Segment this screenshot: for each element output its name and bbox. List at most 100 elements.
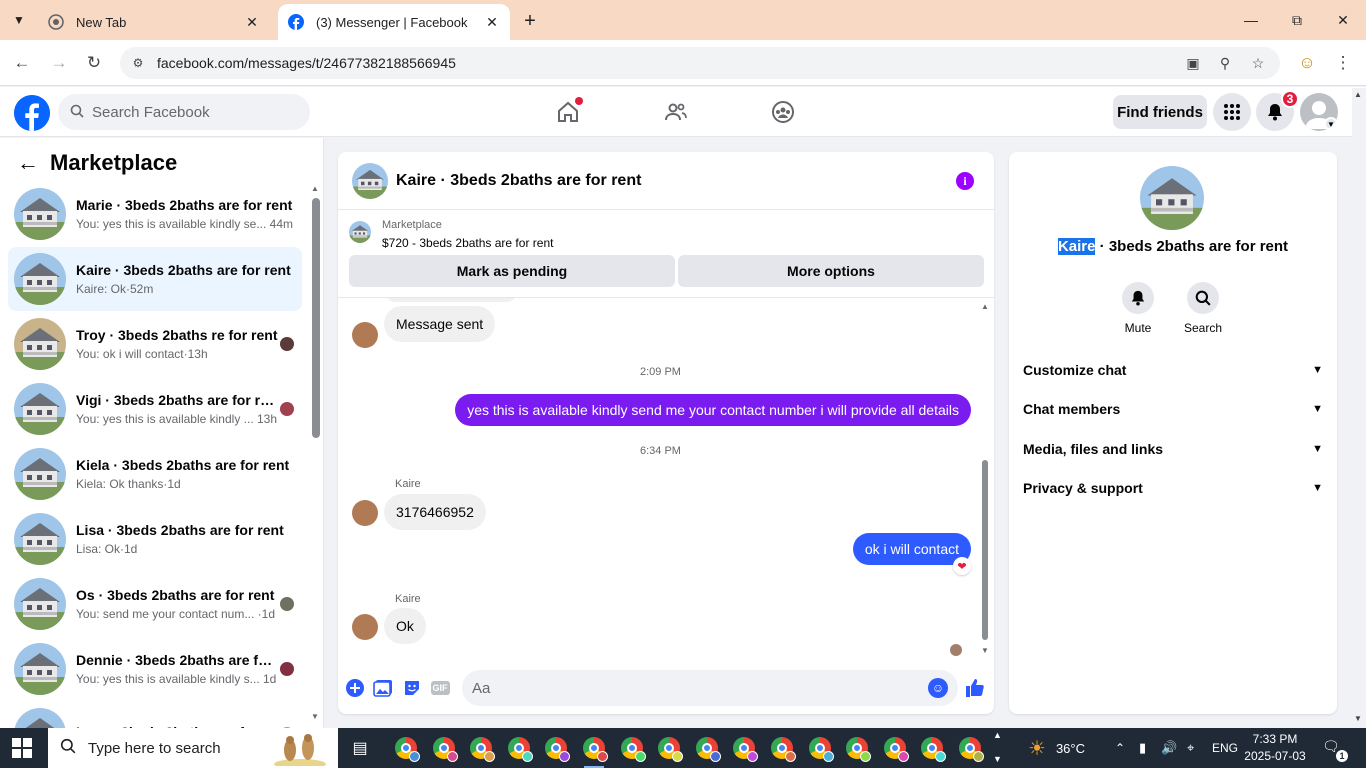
emoji-icon[interactable]: ☺ (928, 678, 948, 698)
mark-as-pending-button[interactable]: Mark as pending (349, 255, 675, 287)
volume-icon[interactable]: 🔊 (1161, 728, 1177, 768)
chrome-profile-app-icon[interactable] (392, 734, 420, 762)
listing-price[interactable]: $720 - 3beds 2baths are for rent (382, 236, 553, 250)
chevron-down-icon[interactable]: ▼ (993, 754, 1002, 764)
network-icon[interactable]: ⌖ (1187, 728, 1194, 768)
tab-messenger[interactable]: (3) Messenger | Facebook ✕ (278, 4, 510, 40)
scroll-up-icon[interactable]: ▲ (311, 184, 319, 193)
chrome-profile-app-icon[interactable] (806, 734, 834, 762)
back-icon[interactable]: ← (9, 50, 35, 76)
chrome-profile-app-icon[interactable] (956, 734, 984, 762)
chrome-profile-app-icon[interactable] (655, 734, 684, 762)
chrome-profile-app-icon[interactable] (467, 734, 496, 762)
site-info-icon[interactable]: ⚙ (128, 53, 148, 73)
mute-button[interactable]: Mute (1108, 282, 1168, 335)
conversation-item[interactable]: Troy · 3beds 2baths re for rent You: ok i… (8, 312, 302, 376)
forward-icon[interactable]: → (46, 50, 72, 76)
zoom-icon[interactable]: ⚲ (1214, 53, 1236, 73)
scroll-up-icon[interactable]: ▲ (981, 302, 989, 311)
language-indicator[interactable]: ENG (1212, 728, 1238, 768)
reload-icon[interactable]: ↻ (81, 50, 107, 76)
outgoing-message[interactable]: yes this is available kindly send me you… (455, 394, 971, 426)
scroll-up-icon[interactable]: ▲ (1354, 90, 1362, 99)
privacy-support-section[interactable]: Privacy & support ▼ (1023, 470, 1323, 506)
restore-icon[interactable]: ⧉ (1282, 6, 1312, 34)
incoming-message[interactable]: 3176466952 (384, 494, 486, 530)
close-tab-icon[interactable]: ✕ (244, 14, 260, 30)
taskbar-overflow-scroller[interactable]: ▲ ▼ (990, 728, 1006, 768)
install-app-icon[interactable]: ▣ (1182, 53, 1204, 73)
heart-reaction-icon[interactable]: ❤ (953, 557, 971, 575)
windows-start-icon[interactable] (12, 738, 32, 758)
contact-avatar[interactable] (352, 614, 378, 640)
bookmark-star-icon[interactable]: ☆ (1247, 53, 1269, 73)
chrome-profile-app-icon[interactable] (693, 734, 721, 762)
scroll-down-icon[interactable]: ▼ (1354, 714, 1362, 723)
listing-thumbnail[interactable] (352, 162, 388, 199)
plus-circle-icon[interactable] (344, 677, 366, 699)
profile-icon[interactable]: ☺ (1294, 50, 1320, 76)
close-window-icon[interactable]: ✕ (1328, 6, 1358, 34)
contact-avatar[interactable] (352, 322, 378, 348)
find-friends-button[interactable]: Find friends (1113, 95, 1207, 129)
page-scrollbar[interactable]: ▲ ▼ (1352, 88, 1366, 728)
incoming-message[interactable]: Ok (384, 608, 426, 644)
listing-photo[interactable] (1140, 166, 1204, 230)
chrome-profile-app-icon[interactable] (918, 734, 947, 762)
chrome-profile-app-icon[interactable] (843, 734, 872, 762)
chrome-profile-app-icon[interactable] (881, 734, 909, 762)
facebook-logo-icon[interactable] (14, 95, 50, 131)
scroll-down-icon[interactable]: ▼ (981, 646, 989, 655)
notification-center-icon[interactable]: 🗨 1 (1322, 738, 1348, 762)
tab-new-tab[interactable]: New Tab ✕ (38, 4, 270, 40)
sticker-icon[interactable] (401, 677, 423, 699)
more-options-button[interactable]: More options (678, 255, 984, 287)
groups-nav-icon[interactable] (768, 97, 798, 127)
conversation-item[interactable]: Dennie · 3beds 2baths are for... You: yes… (8, 637, 302, 701)
search-conversation-button[interactable]: Search (1173, 282, 1233, 335)
chat-members-section[interactable]: Chat members ▼ (1023, 391, 1323, 427)
chrome-profile-app-icon[interactable] (505, 734, 533, 762)
conversation-item[interactable]: Lean · 3beds 2baths are for rent (8, 702, 302, 728)
close-tab-icon[interactable]: ✕ (484, 14, 500, 30)
url-text[interactable]: facebook.com/messages/t/2467738218856694… (157, 55, 456, 71)
info-icon[interactable]: i (956, 172, 974, 190)
chrome-profile-app-icon[interactable] (430, 734, 458, 762)
media-files-links-section[interactable]: Media, files and links ▼ (1023, 431, 1323, 467)
chrome-profile-app-icon[interactable] (542, 734, 571, 762)
conversation-item[interactable]: Lisa · 3beds 2baths are for rent Lisa: Ok… (8, 507, 302, 571)
outgoing-message[interactable]: ok i will contact (852, 533, 971, 565)
contact-avatar[interactable] (352, 500, 378, 526)
customize-chat-section[interactable]: Customize chat ▼ (1023, 352, 1323, 388)
battery-icon[interactable]: ▮ (1139, 728, 1146, 768)
new-tab-button[interactable]: + (518, 9, 542, 33)
back-arrow-icon[interactable]: ← (16, 150, 40, 175)
gif-icon[interactable]: GIF (429, 677, 451, 699)
address-bar[interactable]: ⚙ facebook.com/messages/t/24677382188566… (120, 47, 1280, 79)
chrome-profile-app-icon[interactable] (580, 734, 608, 768)
tab-search-menu-icon[interactable]: ▼ (6, 8, 32, 32)
chat-scrollbar[interactable] (982, 460, 988, 640)
weather-widget[interactable]: ☀ 36°C (1028, 728, 1085, 768)
task-view-icon[interactable]: ▤ (346, 734, 374, 762)
menu-grid-icon[interactable] (1213, 93, 1251, 131)
home-nav-icon[interactable] (553, 97, 583, 127)
minimize-icon[interactable]: — (1236, 6, 1266, 34)
incoming-message[interactable]: Message sent (384, 306, 496, 342)
conversation-item[interactable]: Os · 3beds 2baths are for rent You: send … (8, 572, 302, 636)
menu-dots-icon[interactable]: ⋮ (1330, 50, 1356, 76)
chrome-profile-app-icon[interactable] (730, 734, 759, 762)
account-avatar[interactable]: ▼ (1300, 93, 1338, 131)
photo-icon[interactable] (372, 677, 394, 699)
chrome-profile-app-icon[interactable] (768, 734, 796, 762)
conversation-item[interactable]: Vigi · 3beds 2baths are for rent You: yes… (8, 377, 302, 441)
chat-title[interactable]: Kaire · 3beds 2baths are for rent (396, 172, 641, 190)
clock[interactable]: 7:33 PM 2025-07-03 (1240, 731, 1310, 765)
chrome-profile-app-icon[interactable] (618, 734, 646, 762)
sidebar-scrollbar[interactable] (312, 198, 320, 438)
conversation-item[interactable]: Kaire · 3beds 2baths are for rent Kaire: … (8, 247, 302, 311)
conversation-item[interactable]: Marie · 3beds 2baths are for rent You: ye… (8, 182, 302, 246)
conversation-item[interactable]: Kiela · 3beds 2baths are for rent Kiela: … (8, 442, 302, 506)
thumbs-up-icon[interactable] (964, 677, 986, 699)
tray-chevron-icon[interactable]: ⌃ (1115, 728, 1125, 768)
